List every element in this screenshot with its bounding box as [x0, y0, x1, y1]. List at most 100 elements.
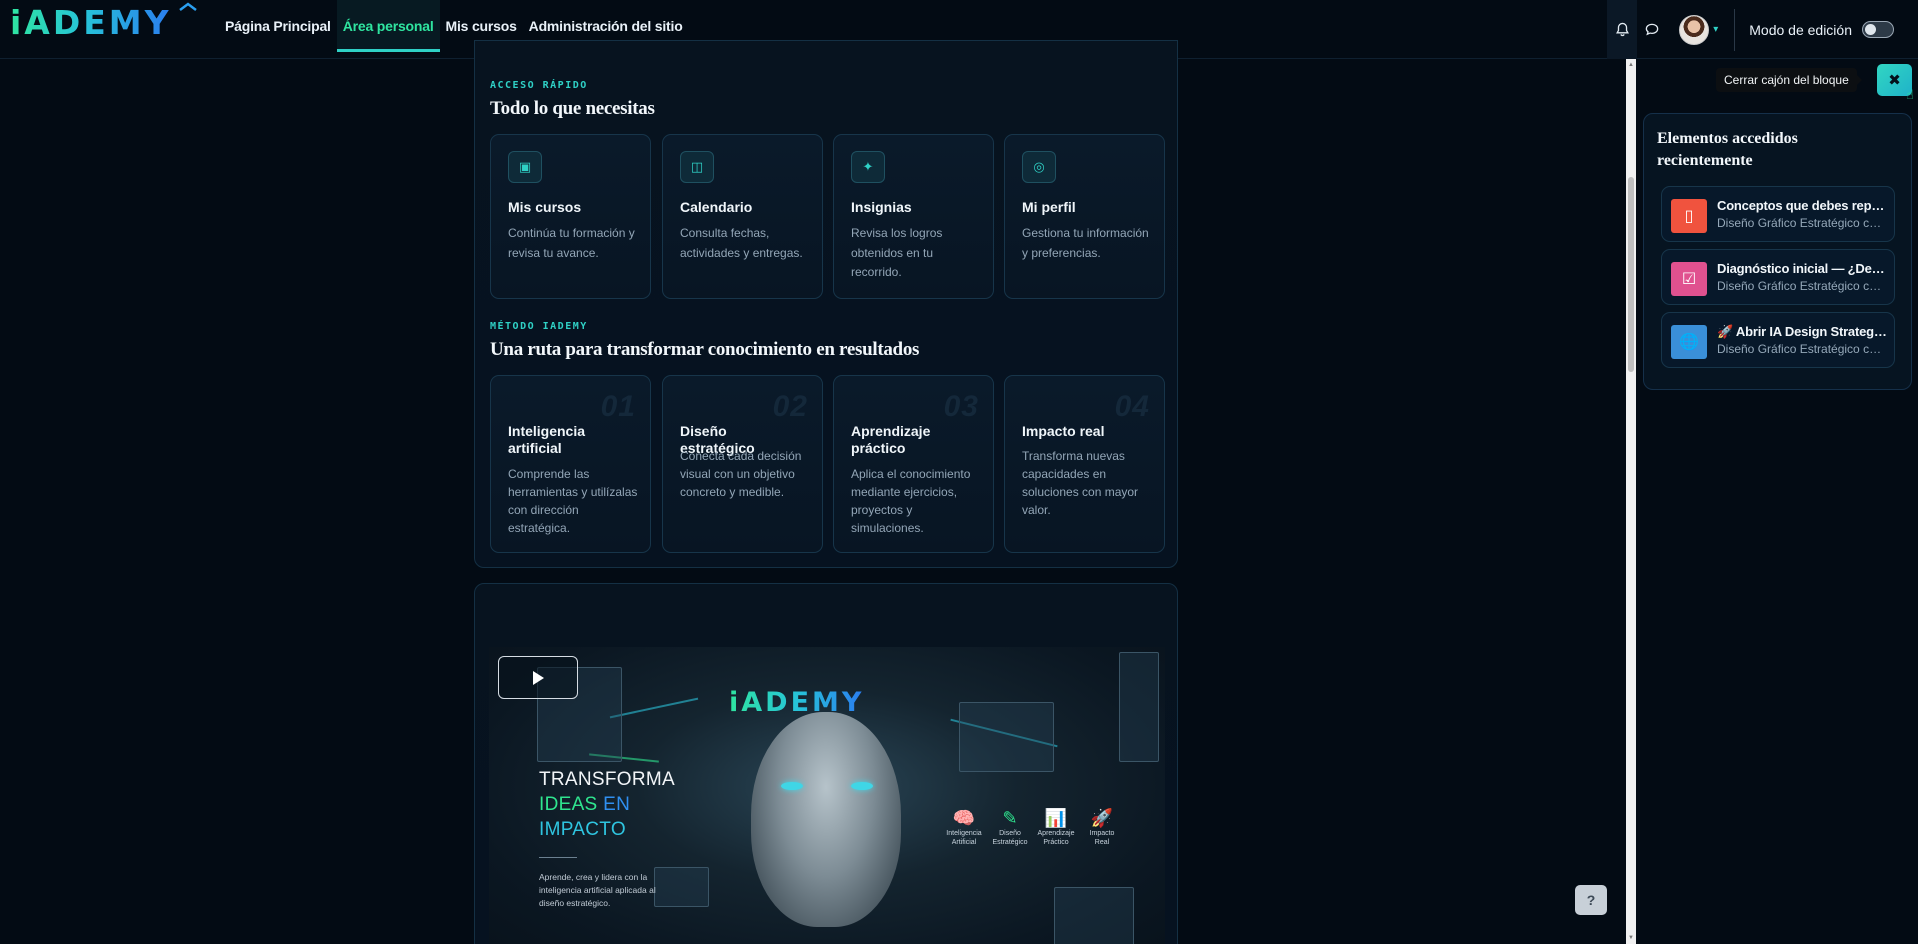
chevron-down-icon: ▾	[1713, 24, 1719, 35]
robot-eye	[781, 782, 803, 790]
video-headline-2: IDEAS EN	[539, 794, 630, 816]
tile-description: Revisa los logros obtenidos en tu recorr…	[851, 226, 943, 279]
method-step: 02 Diseño estratégico Conecta cada decis…	[662, 375, 823, 553]
scroll-down-arrow-icon[interactable]: ▼	[1628, 935, 1634, 941]
hud-panel	[1119, 652, 1159, 762]
navbar-divider	[1734, 8, 1736, 51]
help-button[interactable]: ?	[1575, 885, 1607, 915]
quick-tile-profile[interactable]: ◎ Mi perfil Gestiona tu información y pr…	[1004, 134, 1165, 299]
target-icon: ◎	[1022, 151, 1056, 183]
tile-title: Insignias	[851, 199, 912, 215]
step-description: Comprende las herramientas y utilízalas …	[508, 467, 638, 535]
video-icon-item: 🚀 Impacto Real	[1082, 807, 1122, 847]
robot-eye	[851, 782, 873, 790]
calendar-icon: ◫	[680, 151, 714, 183]
tile-title: Mi perfil	[1022, 199, 1076, 215]
video-card: iADEMY TRANSFORMA IDEAS EN IMPACTO Apren…	[474, 583, 1178, 944]
user-menu[interactable]: ▾	[1679, 14, 1719, 45]
recent-item[interactable]: 🌐 🚀 Abrir IA Design Strategy Lab Diseño …	[1661, 312, 1895, 368]
quick-access-title: Todo lo que necesitas	[490, 98, 655, 119]
close-drawer-tooltip: Cerrar cajón del bloque	[1716, 68, 1862, 92]
square-icon: ▣	[508, 151, 542, 183]
video-headline-3: IMPACTO	[539, 819, 626, 840]
step-title: Aprendizaje práctico	[851, 423, 931, 456]
light-ray	[609, 697, 699, 719]
logo-accent-icon	[179, 2, 197, 11]
method-title: Una ruta para transformar conocimiento e…	[490, 339, 920, 360]
scrollbar-thumb[interactable]	[1628, 177, 1634, 372]
recent-item[interactable]: ☑ Diagnóstico inicial — ¿Desde dónde par…	[1661, 249, 1895, 305]
page-scrollbar[interactable]: ▲ ▼	[1626, 59, 1636, 944]
site-logo[interactable]: iADEMY	[10, 6, 172, 40]
step-number: 02	[772, 390, 808, 423]
video-player[interactable]: iADEMY TRANSFORMA IDEAS EN IMPACTO Apren…	[489, 647, 1165, 944]
edit-mode-toggle[interactable]	[1862, 21, 1894, 38]
robot-face-image	[751, 712, 901, 927]
video-icon-item: 📊 Aprendizaje Práctico	[1036, 807, 1076, 847]
tile-title: Mis cursos	[508, 199, 582, 215]
hud-panel	[1054, 887, 1134, 944]
recent-item-title: 🚀 Abrir IA Design Strategy Lab	[1717, 324, 1887, 339]
dashboard-card: ACCESO RÁPIDO Todo lo que necesitas ▣ Mi…	[474, 40, 1178, 568]
hud-panel	[959, 702, 1054, 772]
book-icon: ▯	[1671, 199, 1707, 233]
method-step: 04 Impacto real Transforma nuevas capaci…	[1004, 375, 1165, 553]
quick-tile-calendar[interactable]: ◫ Calendario Consulta fechas, actividade…	[662, 134, 823, 299]
video-icon-label: Diseño Estratégico	[992, 830, 1028, 846]
step-description: Conecta cada decisión visual con un obje…	[680, 449, 802, 499]
video-icon-item: 🧠 Inteligencia Artificial	[944, 807, 984, 847]
check-icon: ☑	[1671, 262, 1707, 296]
pen-icon: ✎	[1002, 808, 1018, 828]
video-headline-1: TRANSFORMA	[539, 769, 675, 790]
recent-item[interactable]: ▯ Conceptos que debes repasar Diseño Grá…	[1661, 186, 1895, 242]
video-subtitle: Aprende, crea y lidera con la inteligenc…	[539, 872, 656, 908]
avatar	[1679, 14, 1710, 45]
nav-home[interactable]: Página Principal	[219, 0, 337, 52]
recent-item-course: Diseño Gráfico Estratégico con IA	[1717, 342, 1887, 356]
step-title: Inteligencia artificial	[508, 423, 586, 456]
headline-word: IDEAS	[539, 794, 598, 815]
method-step: 03 Aprendizaje práctico Aplica el conoci…	[833, 375, 994, 553]
step-number: 03	[943, 390, 979, 423]
play-icon	[533, 670, 544, 685]
recent-item-title: Conceptos que debes repasar	[1717, 198, 1887, 213]
notifications-bell-icon[interactable]	[1607, 0, 1638, 59]
step-title: Impacto real	[1022, 423, 1105, 439]
quick-tile-badges[interactable]: ✦ Insignias Revisa los logros obtenidos …	[833, 134, 994, 299]
tile-description: Consulta fechas, actividades y entregas.	[680, 226, 803, 260]
video-icon-label: Aprendizaje Práctico	[1037, 830, 1075, 846]
headline-word: EN	[603, 794, 631, 815]
video-logo: iADEMY	[729, 687, 865, 718]
recently-accessed-block: Elementos accedidos recientemente ▯ Conc…	[1643, 113, 1912, 390]
scroll-up-arrow-icon[interactable]: ▲	[1628, 62, 1634, 68]
method-eyebrow: MÉTODO IADEMY	[490, 321, 588, 332]
tile-title: Calendario	[680, 199, 753, 215]
pointer-cursor-icon: ☝	[1906, 87, 1914, 102]
tile-description: Continúa tu formación y revisa tu avance…	[508, 226, 635, 260]
method-step: 01 Inteligencia artificial Comprende las…	[490, 375, 651, 553]
divider-line	[539, 857, 577, 858]
recent-item-title: Diagnóstico inicial — ¿Desde dónde parte…	[1717, 261, 1887, 276]
edit-mode-control: Modo de edición	[1749, 21, 1894, 38]
recent-item-course: Diseño Gráfico Estratégico con IA	[1717, 279, 1887, 293]
step-description: Transforma nuevas capacidades en solucio…	[1022, 449, 1139, 517]
recent-item-course: Diseño Gráfico Estratégico con IA	[1717, 216, 1887, 230]
tile-description: Gestiona tu información y preferencias.	[1022, 226, 1149, 260]
step-description: Aplica el conocimiento mediante ejercici…	[851, 467, 971, 535]
globe-icon: 🌐	[1671, 325, 1707, 359]
nav-dashboard[interactable]: Área personal	[336, 0, 440, 52]
messages-chat-icon[interactable]	[1637, 0, 1667, 59]
play-button[interactable]	[498, 656, 578, 699]
chart-icon: 📊	[1044, 808, 1068, 828]
sparkle-icon: ✦	[851, 151, 885, 183]
edit-mode-label: Modo de edición	[1749, 21, 1852, 38]
step-number: 01	[600, 390, 636, 423]
block-title: Elementos accedidos recientemente	[1657, 130, 1798, 169]
video-icon-item: ✎ Diseño Estratégico	[990, 807, 1030, 847]
navbar-right: ▾ Modo de edición	[1607, 0, 1918, 59]
rocket-icon: 🚀	[1090, 808, 1114, 828]
video-icon-row: 🧠 Inteligencia Artificial ✎ Diseño Estra…	[944, 807, 1122, 847]
quick-tile-my-courses[interactable]: ▣ Mis cursos Continúa tu formación y rev…	[490, 134, 651, 299]
video-icon-label: Impacto Real	[1089, 830, 1115, 846]
video-icon-label: Inteligencia Artificial	[946, 830, 982, 846]
